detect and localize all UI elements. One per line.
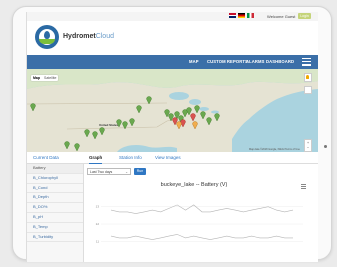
y-tick-label: 13	[96, 205, 100, 209]
param-item-turbidity[interactable]: B_Turbidity	[27, 233, 83, 243]
tab-view-images[interactable]: View Images	[155, 153, 181, 163]
parameter-list: Battery B_Chlorophyll B_Cond B_Depth B_D…	[27, 164, 84, 262]
login-button[interactable]: Login	[298, 13, 311, 19]
tab-station-info[interactable]: Station Info	[119, 153, 142, 163]
zoom-control[interactable]: + −	[304, 139, 312, 152]
brand-light: Cloud	[95, 33, 114, 40]
time-range-select[interactable]: Last Two days ⌄	[87, 168, 131, 175]
nav-map[interactable]: MAP	[189, 55, 199, 69]
map-attribution: Map data ©2018 Google, INEGI Terms of Us…	[249, 148, 300, 151]
screen: Welcome Guest Login HydrometCloud MAP CU…	[26, 12, 318, 262]
flag-uk-icon[interactable]	[229, 13, 236, 18]
chart-plot: 13 12 11	[96, 204, 303, 243]
map-type-toggle: Map Satellite	[31, 75, 59, 81]
tab-graph[interactable]: Graph	[89, 153, 103, 164]
param-item-chlorophyll[interactable]: B_Chlorophyll	[27, 174, 83, 184]
param-item-do[interactable]: B_DO%	[27, 203, 83, 213]
hamburger-menu-icon[interactable]	[302, 58, 311, 66]
top-strip: Welcome Guest Login	[27, 12, 318, 21]
graph-controls: Last Two days ⌄ Run	[87, 168, 146, 176]
welcome-text: Welcome Guest	[267, 14, 296, 19]
header: HydrometCloud	[27, 21, 318, 55]
layers-icon[interactable]	[304, 86, 312, 94]
hydromet-logo[interactable]	[35, 25, 59, 49]
series-line-1	[110, 234, 293, 240]
y-tick-label: 12	[96, 222, 100, 226]
nav-dashboard[interactable]: DASHBOARD	[266, 55, 294, 69]
brand-bold: Hydromet	[63, 33, 96, 40]
param-item-battery[interactable]: Battery	[27, 164, 83, 174]
run-button[interactable]: Run	[134, 168, 146, 175]
street-view-icon[interactable]	[304, 73, 312, 82]
flag-italy-icon[interactable]	[247, 13, 254, 18]
tab-current-data[interactable]: Current Data	[33, 153, 59, 163]
time-range-value: Last Two days	[90, 170, 113, 174]
main-navbar: MAP CUSTOM REPORTS ALARMS DASHBOARD	[27, 55, 318, 69]
nav-custom-reports[interactable]: CUSTOM REPORTS	[207, 55, 248, 69]
battery-chart: buckeye_lake -- Battery (V) 13 12 11	[89, 182, 311, 262]
param-item-temp[interactable]: B_Temp	[27, 223, 83, 233]
chevron-down-icon: ⌄	[125, 170, 128, 174]
language-flags	[229, 13, 254, 18]
nav-alarms[interactable]: ALARMS	[246, 55, 265, 69]
param-item-ph[interactable]: B_pH	[27, 213, 83, 223]
station-map[interactable]: Map Satellite United States + − Map data …	[27, 69, 318, 152]
param-item-cond[interactable]: B_Cond	[27, 184, 83, 194]
series-line-0	[110, 204, 294, 214]
map-toggle-map[interactable]: Map	[31, 75, 42, 81]
map-toggle-satellite[interactable]: Satellite	[42, 75, 58, 81]
home-button	[324, 145, 327, 148]
brand-name[interactable]: HydrometCloud	[63, 33, 114, 40]
y-tick-label: 11	[96, 239, 99, 243]
map-canvas	[27, 69, 318, 152]
flag-germany-icon[interactable]	[238, 13, 245, 18]
map-label-united-states: United States	[99, 123, 119, 127]
station-tabs: Current Data Graph Station Info View Ima…	[27, 153, 318, 164]
param-item-depth[interactable]: B_Depth	[27, 193, 83, 204]
